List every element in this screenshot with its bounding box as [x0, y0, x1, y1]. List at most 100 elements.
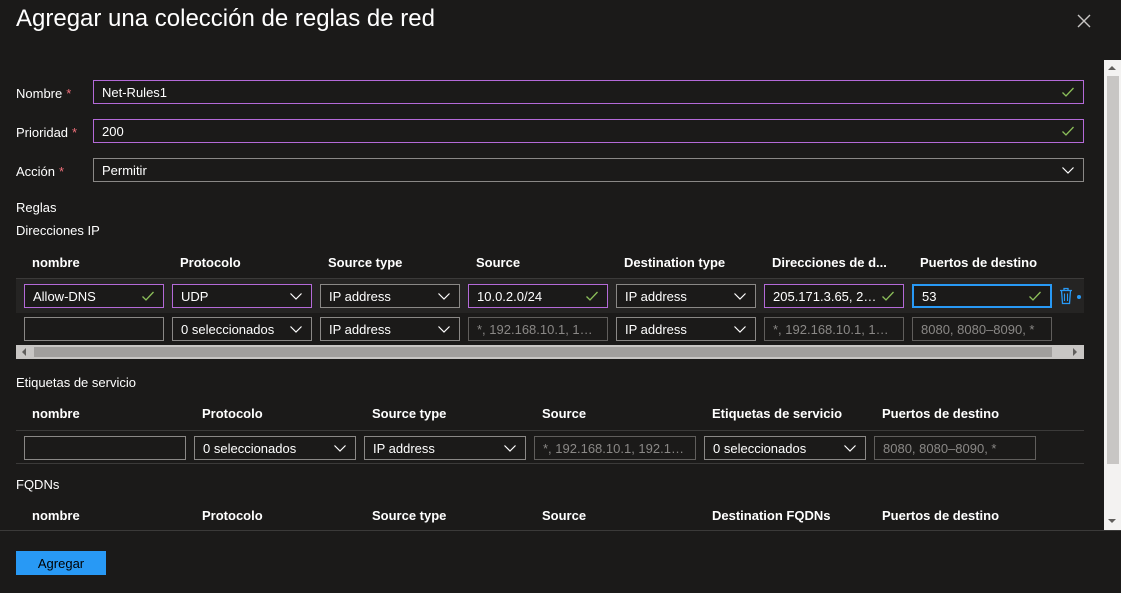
protocol-value: UDP — [181, 288, 209, 304]
chevron-down-icon — [438, 293, 450, 300]
destination-ports-input[interactable]: 8080, 8080–8090, * — [912, 317, 1052, 341]
check-icon — [1029, 291, 1041, 301]
priority-value: 200 — [102, 123, 124, 139]
ip-addresses-heading: Direcciones IP — [16, 223, 100, 238]
destination-ports-value: 53 — [922, 288, 937, 304]
footer-divider — [0, 530, 1121, 531]
add-button[interactable]: Agregar — [16, 551, 106, 575]
ip-col-destination-ports: Puertos de destino — [920, 255, 1038, 270]
destination-addresses-placeholder: *, 192.168.10.1, 192.... — [773, 321, 895, 337]
st-name-input[interactable] — [24, 436, 186, 460]
source-type-select[interactable]: IP address — [320, 284, 460, 308]
source-type-select[interactable]: IP address — [320, 317, 460, 341]
destination-addresses-input[interactable]: *, 192.168.10.1, 192.... — [764, 317, 904, 341]
chevron-down-icon — [290, 293, 302, 300]
ip-col-source: Source — [476, 255, 521, 270]
action-label-text: Acción — [16, 164, 56, 179]
horizontal-scrollbar-thumb[interactable] — [34, 347, 1052, 357]
chevron-down-icon — [290, 326, 302, 333]
source-placeholder: *, 192.168.10.1, 192.... — [477, 321, 599, 337]
protocol-value: 0 seleccionados — [181, 321, 275, 337]
st-source-placeholder: *, 192.168.10.1, 192.16... — [543, 440, 687, 456]
check-icon — [1062, 126, 1074, 136]
divider — [16, 430, 1084, 431]
name-field[interactable]: Net-Rules1 — [93, 80, 1084, 104]
fq-col-protocol: Protocolo — [202, 508, 263, 523]
divider — [16, 463, 1084, 464]
source-value: 10.0.2.0/24 — [477, 288, 543, 304]
scroll-down-icon[interactable] — [1107, 516, 1117, 526]
chevron-down-icon — [438, 326, 450, 333]
fq-col-name: nombre — [32, 508, 80, 523]
more-icon[interactable] — [1077, 295, 1081, 299]
delete-icon[interactable] — [1058, 287, 1074, 305]
ip-col-source-type: Source type — [328, 255, 403, 270]
required-mark: * — [66, 86, 72, 101]
required-mark: * — [72, 125, 78, 140]
scroll-left-icon[interactable] — [19, 347, 29, 357]
st-service-tags-value: 0 seleccionados — [713, 440, 807, 456]
ip-col-destination-addresses: Direcciones de d... — [772, 255, 887, 270]
required-mark: * — [59, 164, 65, 179]
fq-col-source: Source — [542, 508, 587, 523]
chevron-down-icon — [504, 445, 516, 452]
name-label: Nombre * — [16, 86, 71, 101]
priority-label-text: Prioridad — [16, 125, 69, 140]
destination-type-select[interactable]: IP address — [616, 284, 756, 308]
check-icon — [1062, 87, 1074, 97]
ip-col-destination-type: Destination type — [624, 255, 726, 270]
source-input[interactable]: 10.0.2.0/24 — [468, 284, 608, 308]
st-source-type-select[interactable]: IP address — [364, 436, 526, 460]
action-label: Acción * — [16, 164, 64, 179]
fq-col-source-type: Source type — [372, 508, 447, 523]
destination-type-select[interactable]: IP address — [616, 317, 756, 341]
rule-name-value: Allow-DNS — [33, 288, 96, 304]
st-protocol-select[interactable]: 0 seleccionados — [194, 436, 356, 460]
destination-type-value: IP address — [625, 288, 687, 304]
close-icon[interactable] — [1072, 9, 1096, 33]
scroll-right-icon[interactable] — [1070, 347, 1080, 357]
priority-label: Prioridad * — [16, 125, 77, 140]
source-type-value: IP address — [329, 288, 391, 304]
protocol-select[interactable]: UDP — [172, 284, 312, 308]
priority-field[interactable]: 200 — [93, 119, 1084, 143]
fq-col-destination-ports: Puertos de destino — [882, 508, 1000, 523]
destination-type-value: IP address — [625, 321, 687, 337]
st-col-name: nombre — [32, 406, 80, 421]
st-source-input[interactable]: *, 192.168.10.1, 192.16... — [534, 436, 696, 460]
panel-content[interactable]: Nombre * Net-Rules1 Prioridad * 200 Acción… — [0, 60, 1121, 530]
fq-col-destination-fqdns: Destination FQDNs — [712, 508, 831, 523]
service-tags-heading: Etiquetas de servicio — [16, 375, 136, 390]
check-icon — [142, 291, 154, 301]
st-col-service-tags: Etiquetas de servicio — [712, 406, 843, 421]
st-destination-ports-input[interactable]: 8080, 8080–8090, * — [874, 436, 1036, 460]
rule-name-input[interactable] — [24, 317, 164, 341]
st-col-protocol: Protocolo — [202, 406, 263, 421]
chevron-down-icon — [844, 445, 856, 452]
st-col-destination-ports: Puertos de destino — [882, 406, 1000, 421]
fqdns-heading: FQDNs — [16, 477, 60, 492]
name-label-text: Nombre — [16, 86, 63, 101]
check-icon — [882, 291, 894, 301]
st-col-source: Source — [542, 406, 587, 421]
action-value: Permitir — [102, 162, 147, 178]
check-icon — [586, 291, 598, 301]
panel-title: Agregar una colección de reglas de red — [16, 5, 435, 32]
destination-addresses-value: 205.171.3.65, 205.... — [773, 288, 877, 304]
chevron-down-icon — [734, 326, 746, 333]
destination-ports-placeholder: 8080, 8080–8090, * — [921, 321, 1035, 337]
ip-col-name: nombre — [32, 255, 80, 270]
vertical-scrollbar-thumb[interactable] — [1107, 76, 1119, 464]
source-input[interactable]: *, 192.168.10.1, 192.... — [468, 317, 608, 341]
rule-name-input[interactable]: Allow-DNS — [24, 284, 164, 308]
st-service-tags-select[interactable]: 0 seleccionados — [704, 436, 866, 460]
scroll-up-icon[interactable] — [1107, 63, 1117, 73]
name-value: Net-Rules1 — [102, 84, 168, 100]
st-col-source-type: Source type — [372, 406, 447, 421]
chevron-down-icon — [334, 445, 346, 452]
destination-ports-input[interactable]: 53 — [912, 284, 1052, 308]
destination-addresses-input[interactable]: 205.171.3.65, 205.... — [764, 284, 904, 308]
rules-heading: Reglas — [16, 200, 57, 215]
action-select[interactable]: Permitir — [93, 158, 1084, 182]
protocol-select[interactable]: 0 seleccionados — [172, 317, 312, 341]
